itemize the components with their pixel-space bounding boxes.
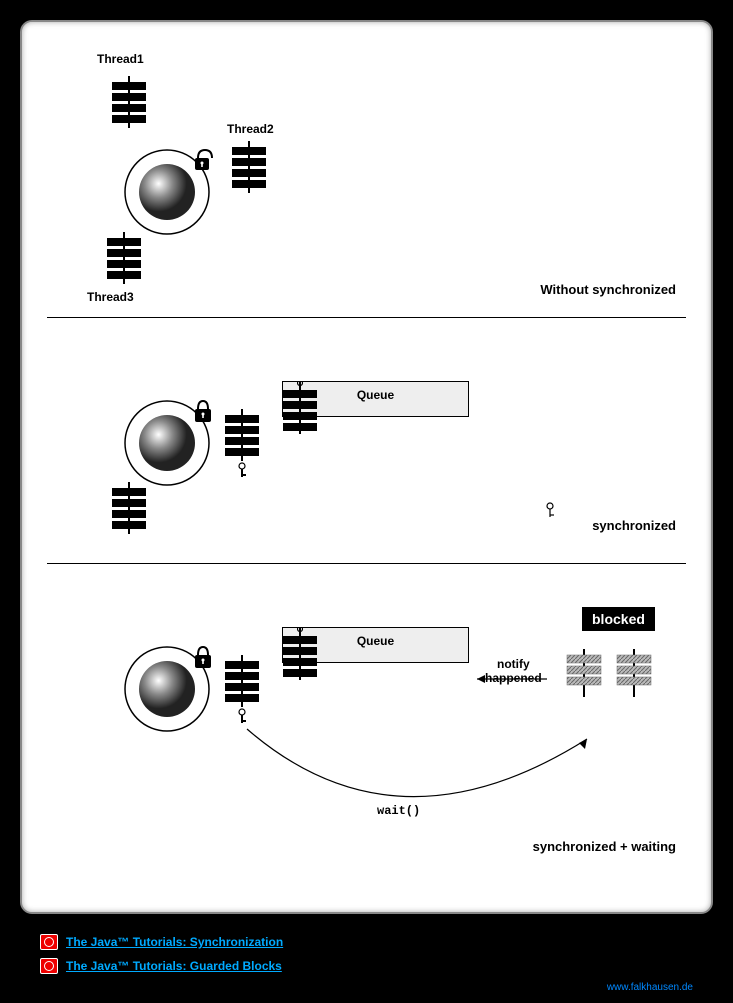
link-synchronization[interactable]: The Java™ Tutorials: Synchronization <box>66 935 283 949</box>
oracle-icon <box>40 934 58 950</box>
diagram-panel: Thread1 Thread2 Thread3 Without synchron… <box>20 20 713 914</box>
section-waiting: Queue blocked notify happened wait() syn… <box>47 579 686 869</box>
blocked-label: blocked <box>582 607 655 631</box>
caption-1: Without synchronized <box>540 282 676 297</box>
label-thread1: Thread1 <box>97 52 144 66</box>
divider-1 <box>47 317 686 318</box>
link-guarded-blocks[interactable]: The Java™ Tutorials: Guarded Blocks <box>66 959 282 973</box>
oracle-icon <box>40 958 58 974</box>
caption-2: synchronized <box>592 518 676 533</box>
queue-box-2: Queue <box>282 381 469 417</box>
notify-label: notify happened <box>485 657 542 685</box>
label-thread2: Thread2 <box>227 122 274 136</box>
link-row-1: The Java™ Tutorials: Synchronization <box>40 934 693 950</box>
footer: The Java™ Tutorials: Synchronization The… <box>20 934 713 993</box>
caption-3: synchronized + waiting <box>533 839 676 854</box>
queue-box-3: Queue <box>282 627 469 663</box>
label-thread3: Thread3 <box>87 290 134 304</box>
divider-2 <box>47 563 686 564</box>
section-synchronized: Queue synchronized <box>47 333 686 548</box>
section-without-sync: Thread1 Thread2 Thread3 Without synchron… <box>47 42 686 302</box>
credit: www.falkhausen.de <box>40 982 693 993</box>
link-row-2: The Java™ Tutorials: Guarded Blocks <box>40 958 693 974</box>
wait-label: wait() <box>377 804 420 818</box>
